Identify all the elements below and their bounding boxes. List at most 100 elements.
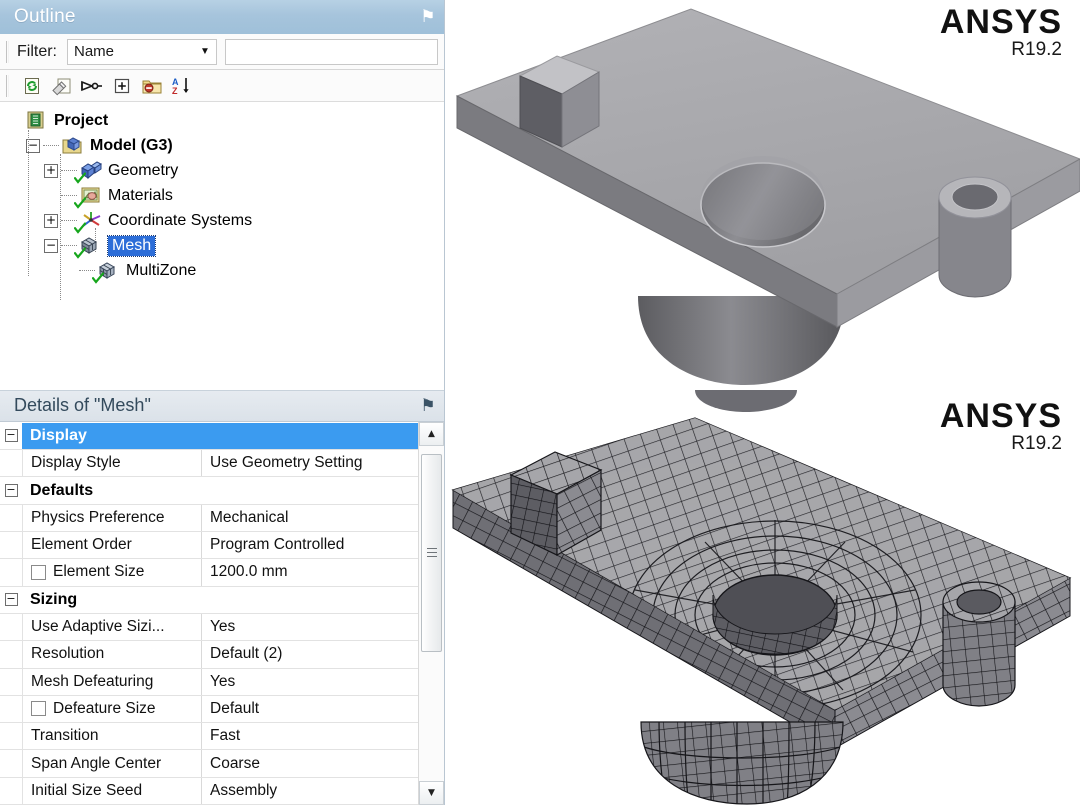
details-row-mesh-defeaturing[interactable]: Mesh DefeaturingYes (0, 669, 418, 696)
property-value[interactable]: Fast (202, 723, 418, 749)
property-name-text: Physics Preference (31, 509, 165, 527)
property-name-text: Initial Size Seed (31, 782, 142, 800)
property-checkbox[interactable] (31, 701, 46, 716)
filter-search-input[interactable] (225, 39, 438, 65)
details-row-initial-size-seed[interactable]: Initial Size Seed Assembly (0, 778, 418, 805)
property-name-text: Defaults (30, 482, 93, 500)
graphics-area: ANSYS R19.2 (445, 0, 1080, 805)
row-gutter (0, 450, 22, 476)
collapse-icon[interactable]: − (5, 429, 18, 442)
sort-az-icon[interactable]: A Z (167, 73, 197, 99)
details-title-bar: Details of "Mesh" ⚑ (0, 390, 444, 422)
tree-guide (60, 154, 61, 300)
tree-item-label: Mesh (108, 236, 155, 256)
property-name: Element Order (22, 532, 202, 558)
property-value[interactable]: Use Geometry Setting (202, 450, 418, 476)
property-value[interactable]: Coarse (202, 750, 418, 776)
property-checkbox[interactable] (31, 565, 46, 580)
ansys-logo-mesh: ANSYS R19.2 (940, 398, 1062, 454)
property-value[interactable]: Default (2) (202, 641, 418, 667)
details-section-sizing[interactable]: −Sizing (0, 587, 418, 614)
property-value[interactable]: Default (202, 696, 418, 722)
scrollbar-grip-icon (427, 545, 437, 560)
row-gutter (0, 505, 22, 531)
expand-icon[interactable]: + (44, 214, 58, 228)
tree-item-geometry[interactable]: +Geometry (8, 158, 444, 183)
property-name-text: Sizing (30, 591, 77, 609)
multizone-icon (97, 260, 121, 282)
details-row-defeature-size[interactable]: Defeature Size Default (0, 696, 418, 723)
outline-title-text: Outline (14, 6, 420, 28)
details-row-use-adaptive-sizi[interactable]: Use Adaptive Sizi... Yes (0, 614, 418, 641)
ansys-logo-text: ANSYS (940, 4, 1062, 40)
details-title-text: Details of "Mesh" (14, 395, 420, 416)
details-section-display[interactable]: −Display (0, 423, 418, 450)
pin-icon[interactable]: ⚑ (420, 7, 436, 27)
details-row-display-style[interactable]: Display StyleUse Geometry Setting (0, 450, 418, 477)
outline-panel: Outline ⚑ Filter: Name ▼ (0, 0, 445, 390)
svg-text:Z: Z (172, 86, 178, 96)
collapse-icon[interactable]: − (5, 484, 18, 497)
property-name-text: Display (30, 427, 87, 445)
filter-label: Filter: (17, 43, 57, 61)
status-check-icon (74, 247, 86, 259)
tree-item-model-g3[interactable]: −Model (G3) (8, 133, 444, 158)
tree-item-project[interactable]: Project (8, 108, 444, 133)
refresh-icon[interactable] (17, 73, 47, 99)
details-panel: Details of "Mesh" ⚑ −DisplayDisplay Styl… (0, 390, 445, 805)
folder-stop-icon[interactable] (137, 73, 167, 99)
details-row-element-size[interactable]: Element Size1200.0 mm (0, 559, 418, 586)
scroll-down-icon[interactable]: ▼ (419, 781, 444, 805)
details-scrollbar[interactable]: ▲ ▼ (418, 422, 444, 805)
tree-item-label: Materials (108, 187, 173, 205)
details-row-resolution[interactable]: ResolutionDefault (2) (0, 641, 418, 668)
filter-type-select[interactable]: Name ▼ (67, 39, 217, 65)
property-name-text: Span Angle Center (31, 755, 161, 773)
geometry-viewport[interactable]: ANSYS R19.2 (445, 0, 1080, 390)
row-gutter (0, 532, 22, 558)
property-value[interactable]: Assembly (202, 778, 418, 804)
pin-icon[interactable]: ⚑ (420, 396, 436, 416)
tree-item-coordinate-systems[interactable]: +Coordinate Systems (8, 208, 444, 233)
collapse-icon[interactable]: − (5, 593, 18, 606)
property-value[interactable]: Yes (202, 669, 418, 695)
property-name: Use Adaptive Sizi... (22, 614, 202, 640)
coordinate-systems-icon (79, 210, 103, 232)
model-icon (61, 135, 85, 157)
outline-tree[interactable]: Project −Model (G3)+Geometry Materials +Coo… (0, 102, 444, 390)
tree-item-label: Project (54, 112, 108, 130)
details-section-defaults[interactable]: −Defaults (0, 477, 418, 504)
mesh-viewport[interactable]: ANSYS R19.2 (445, 390, 1080, 805)
tree-connector (43, 145, 59, 146)
tree-item-materials[interactable]: Materials (8, 183, 444, 208)
scrollbar-track[interactable] (419, 446, 444, 781)
tree-item-multizone[interactable]: MultiZone (8, 258, 444, 283)
chevron-down-icon: ▼ (194, 46, 216, 57)
toolbar-grip[interactable] (6, 41, 9, 63)
details-row-element-order[interactable]: Element OrderProgram Controlled (0, 532, 418, 559)
probe-icon[interactable] (77, 73, 107, 99)
tree-toolbar-grip[interactable] (6, 75, 9, 97)
outline-tree-toolbar: A Z (0, 70, 444, 102)
property-name: Element Size (22, 559, 202, 585)
erase-icon[interactable] (47, 73, 77, 99)
collapse-icon[interactable]: − (44, 239, 58, 253)
expand-icon[interactable]: + (44, 164, 58, 178)
geometry-icon (79, 160, 103, 182)
property-name-text: Defeature Size (53, 700, 156, 718)
row-gutter (0, 778, 22, 804)
tree-item-mesh[interactable]: − Mesh (8, 233, 444, 258)
details-row-transition[interactable]: TransitionFast (0, 723, 418, 750)
details-row-physics-preference[interactable]: Physics Preference Mechanical (0, 505, 418, 532)
property-value[interactable]: Yes (202, 614, 418, 640)
scrollbar-thumb[interactable] (421, 454, 442, 652)
expand-all-icon[interactable] (107, 73, 137, 99)
property-value[interactable]: Mechanical (202, 505, 418, 531)
scroll-up-icon[interactable]: ▲ (419, 422, 444, 446)
property-value[interactable]: 1200.0 mm (202, 559, 418, 585)
property-name: Display Style (22, 450, 202, 476)
property-value[interactable]: Program Controlled (202, 532, 418, 558)
left-dock-column: Outline ⚑ Filter: Name ▼ (0, 0, 445, 805)
property-name-text: Use Adaptive Sizi... (31, 618, 165, 636)
details-row-span-angle-center[interactable]: Span Angle Center Coarse (0, 750, 418, 777)
